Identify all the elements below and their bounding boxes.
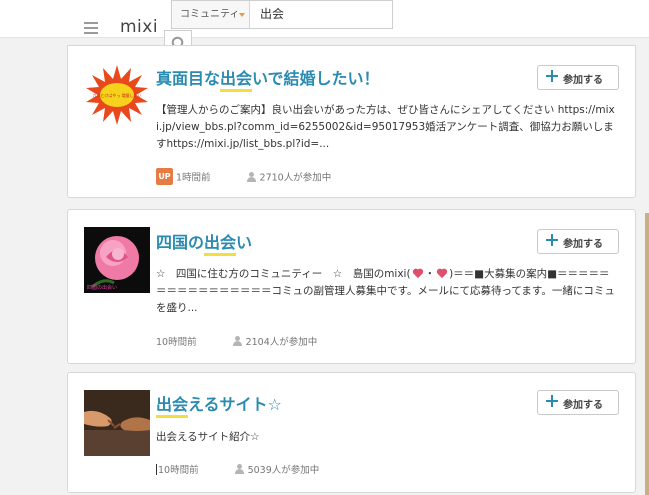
community-meta: 10時間前 5039人が参加中 [156, 462, 319, 476]
last-updated: 10時間前 [158, 465, 199, 476]
person-icon [232, 336, 242, 346]
heart-icon [436, 268, 448, 280]
community-card[interactable]: 四国の出会い 四国の出会い 参加する ☆ 四国に住む方のコミュニティー ☆ 島国… [67, 209, 636, 364]
search-category-label: コミュニティ [180, 9, 240, 20]
page-edge-decoration [645, 213, 649, 495]
mixi-logo[interactable]: mixi [120, 17, 158, 37]
top-header: mixi コミュニティ 出会 [0, 0, 649, 58]
title-highlight: 出会 [220, 69, 253, 88]
member-count: 2710人が参加中 [259, 172, 332, 184]
thumbnail-caption: ガロとけばやっ 増量したい [92, 92, 141, 98]
text-cursor [156, 463, 157, 475]
title-highlight: 出会 [204, 233, 237, 252]
rose-image: 四国の出会い [84, 227, 150, 293]
search-category-select[interactable]: コミュニティ [172, 1, 250, 28]
thumbnail-caption: 四国の出会い [87, 284, 117, 291]
community-thumbnail[interactable] [84, 390, 150, 456]
search-bar: コミュニティ 出会 [171, 0, 393, 29]
join-button[interactable]: 参加する [537, 65, 619, 90]
community-description: ☆ 四国に住む方のコミュニティー ☆ 島国のmixi(・)＝＝■大募集の案内■＝… [156, 268, 615, 314]
community-card[interactable]: 出会えるサイト☆ 参加する 出会えるサイト紹介☆ 10時間前 5039人が参加中 [67, 372, 636, 493]
member-count: 2104人が参加中 [245, 337, 318, 348]
member-count: 5039人が参加中 [247, 465, 320, 476]
person-icon [246, 171, 256, 182]
join-button[interactable]: 参加する [537, 390, 619, 415]
last-updated: 10時間前 [156, 337, 197, 348]
community-thumbnail[interactable]: ガロとけばやっ 増量したい [84, 62, 150, 128]
community-title[interactable]: 真面目な出会いで結婚したい！ [156, 65, 380, 89]
search-input[interactable]: 出会 [260, 1, 284, 28]
hamburger-menu-icon[interactable] [84, 22, 98, 34]
community-title[interactable]: 四国の出会い [156, 229, 252, 253]
hands-image [84, 390, 150, 456]
person-icon [234, 464, 244, 474]
community-thumbnail[interactable]: 四国の出会い [84, 227, 150, 293]
heart-icon [412, 268, 424, 280]
up-badge: UP [156, 168, 173, 185]
plus-icon [546, 395, 558, 407]
community-meta: UP 1時間前 2710人が参加中 [156, 168, 331, 185]
join-button-label: 参加する [563, 239, 603, 250]
starburst-image: ガロとけばやっ 増量したい [84, 62, 150, 128]
community-card[interactable]: ガロとけばやっ 増量したい 真面目な出会いで結婚したい！ 参加する 【管理人から… [67, 45, 636, 198]
chevron-down-icon [239, 13, 245, 17]
community-description: 【管理人からのご案内】良い出会いがあった方は、ぜひ皆さんにシェアしてください h… [156, 104, 615, 150]
join-button-label: 参加する [563, 75, 603, 86]
join-button[interactable]: 参加する [537, 229, 619, 254]
title-highlight: 出会 [156, 395, 189, 414]
community-description: 出会えるサイト紹介☆ [156, 431, 260, 443]
join-button-label: 参加する [563, 400, 603, 411]
plus-icon [546, 234, 558, 246]
last-updated: 1時間前 [176, 172, 211, 184]
community-title[interactable]: 出会えるサイト☆ [156, 391, 282, 415]
community-meta: 10時間前 2104人が参加中 [156, 334, 317, 348]
plus-icon [546, 70, 558, 82]
